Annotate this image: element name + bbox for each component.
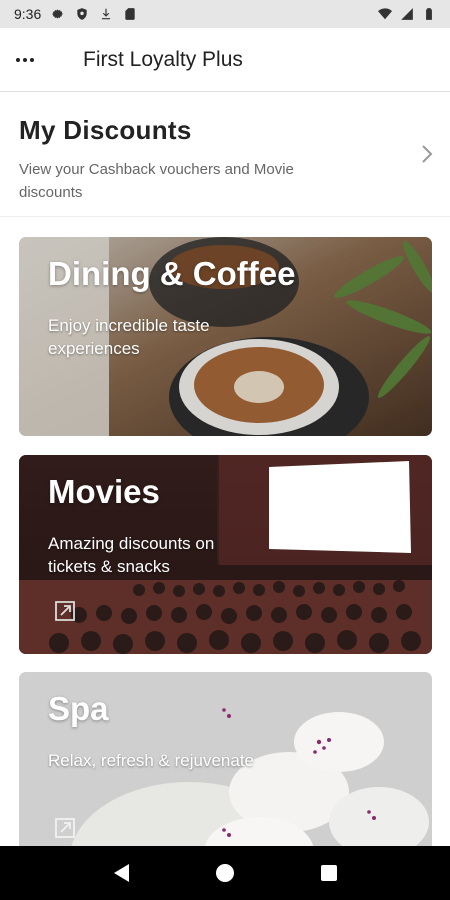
shield-icon: [77, 8, 87, 20]
status-bar: 9:36: [0, 0, 450, 28]
card-dining-coffee[interactable]: Dining & Coffee Enjoy incredible taste e…: [19, 237, 432, 436]
card-title: Movies: [48, 473, 160, 510]
recents-icon[interactable]: [320, 865, 337, 881]
card-spa[interactable]: Spa Relax, refresh & rejuvenate: [19, 672, 432, 871]
status-time: 9:36: [14, 6, 42, 22]
card-movies[interactable]: Movies Amazing discounts on tickets & sn…: [19, 455, 432, 654]
card-description: Enjoy incredible taste experiences: [48, 316, 210, 358]
chevron-right-icon: [422, 145, 433, 163]
sd-card-icon: [125, 8, 135, 20]
card-title: Spa: [48, 690, 109, 727]
discounts-title: My Discounts: [19, 115, 192, 145]
card-title: Dining & Coffee: [48, 255, 296, 292]
external-link-icon[interactable]: [54, 600, 76, 622]
navigation-bar: [0, 846, 450, 900]
download-icon: [102, 8, 111, 20]
home-icon[interactable]: [215, 864, 234, 882]
card-description: Amazing discounts on tickets & snacks: [48, 534, 215, 576]
settings-icon: [52, 9, 64, 19]
wifi-icon: [378, 8, 392, 20]
status-left: 9:36: [14, 6, 137, 22]
more-horizontal-icon: [16, 57, 34, 62]
back-icon[interactable]: [113, 864, 129, 882]
external-link-icon[interactable]: [54, 817, 76, 839]
more-menu-button[interactable]: [0, 28, 50, 92]
app-bar: First Loyalty Plus: [0, 28, 450, 92]
discounts-subtitle: View your Cashback vouchers and Movie di…: [19, 161, 294, 201]
app-title: First Loyalty Plus: [83, 47, 243, 71]
card-description: Relax, refresh & rejuvenate: [48, 751, 254, 770]
status-right: [378, 7, 436, 21]
battery-icon: [426, 8, 432, 20]
my-discounts-row[interactable]: My Discounts View your Cashback vouchers…: [0, 93, 450, 217]
signal-icon: [401, 8, 413, 20]
